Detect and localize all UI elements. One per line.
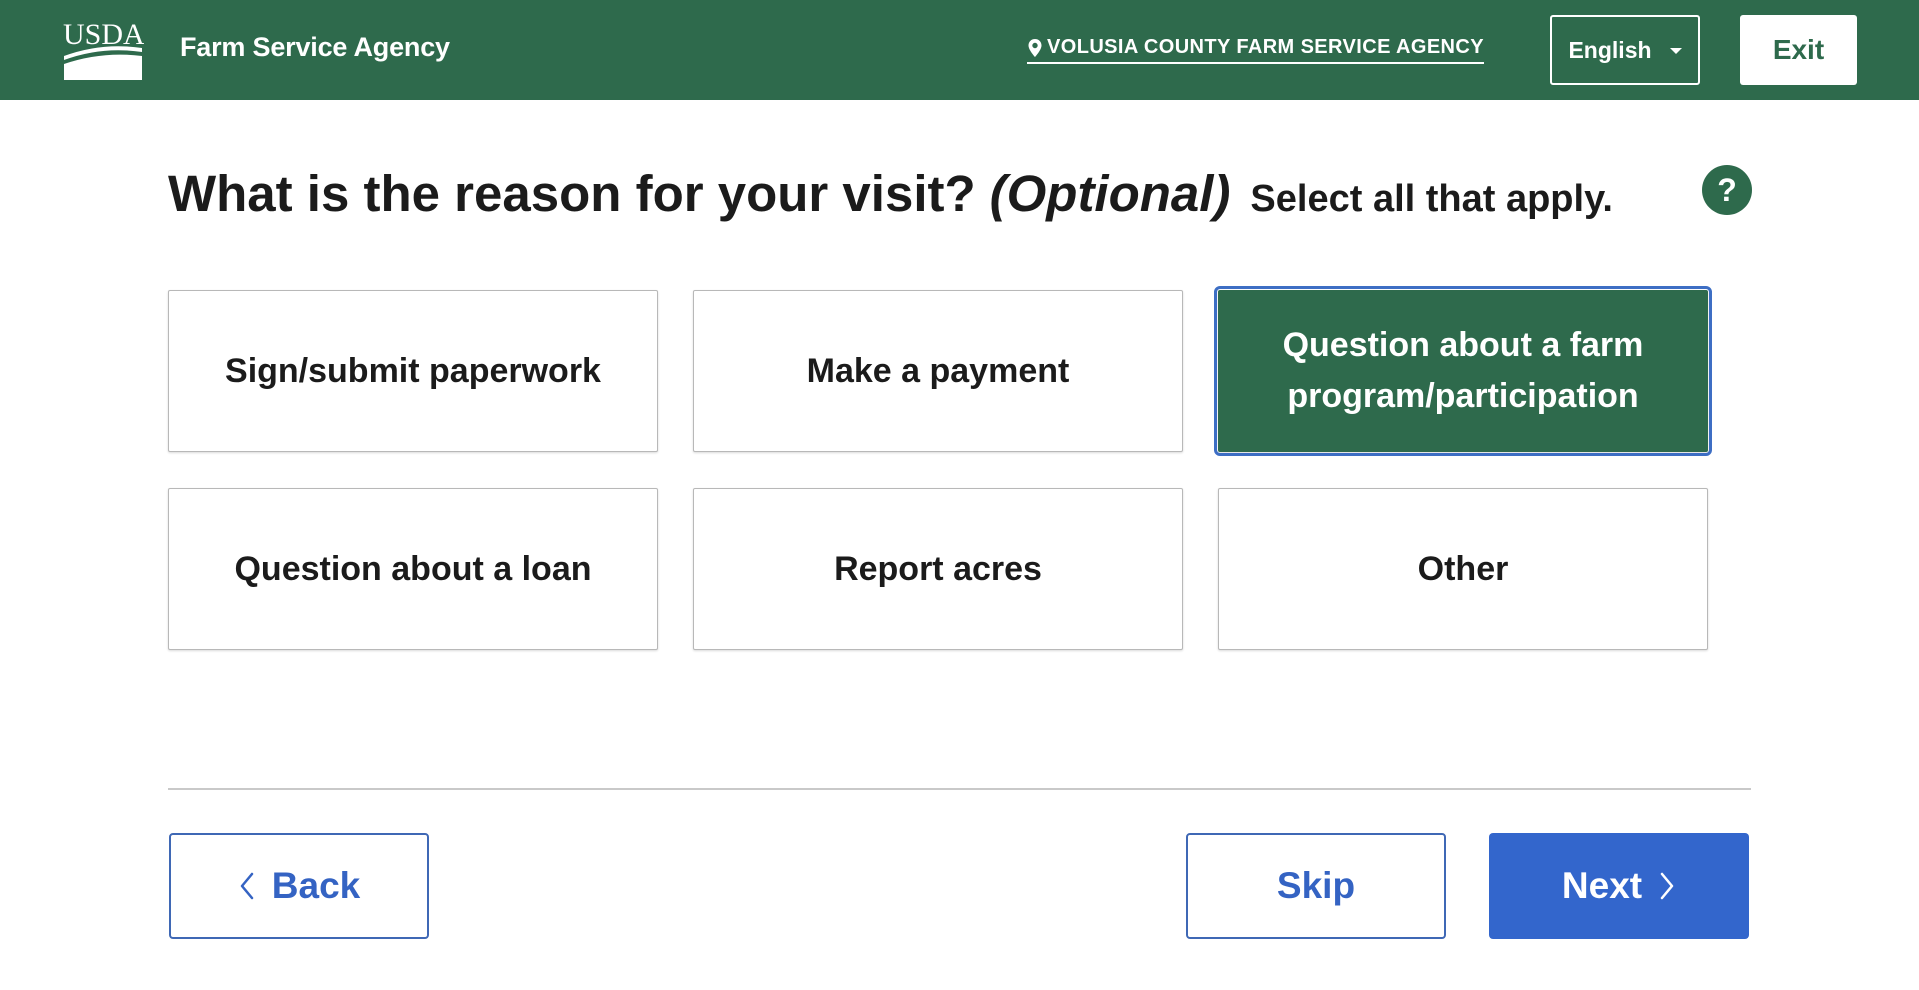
option-report-acres[interactable]: Report acres: [693, 488, 1183, 650]
next-label: Next: [1561, 865, 1643, 906]
optional-label: (Optional): [989, 165, 1231, 222]
language-select[interactable]: English: [1550, 15, 1700, 85]
option-make-a-payment[interactable]: Make a payment: [693, 290, 1183, 452]
skip-button[interactable]: Skip: [1186, 833, 1446, 939]
page-title: What is the reason for your visit? (Opti…: [168, 164, 1613, 223]
chevron-right-icon: [1660, 872, 1674, 900]
county-office-link[interactable]: VOLUSIA COUNTY FARM SERVICE AGENCY: [1027, 36, 1484, 64]
select-hint: Select all that apply.: [1250, 178, 1613, 220]
option-sign-submit-paperwork[interactable]: Sign/submit paperwork: [168, 290, 658, 452]
county-office-label: VOLUSIA COUNTY FARM SERVICE AGENCY: [1047, 36, 1484, 58]
next-button[interactable]: Next: [1489, 833, 1749, 939]
back-button[interactable]: Back: [169, 833, 429, 939]
back-label: Back: [271, 865, 361, 906]
chevron-left-icon: [240, 872, 254, 900]
help-button[interactable]: ?: [1702, 165, 1752, 215]
map-pin-icon: [1028, 38, 1042, 57]
question-mark-icon: ?: [1717, 171, 1737, 208]
exit-button[interactable]: Exit: [1740, 15, 1857, 85]
skip-label: Skip: [1276, 865, 1356, 906]
agency-name: Farm Service Agency: [180, 32, 450, 62]
question-text: What is the reason for your visit?: [168, 165, 976, 222]
site-header: USDA Farm Service Agency VOLUSIA COUNTY …: [0, 0, 1919, 100]
usda-logo-icon[interactable]: USDA: [62, 18, 145, 80]
option-question-about-loan[interactable]: Question about a loan: [168, 488, 658, 650]
usda-logo-text: USDA: [63, 18, 144, 51]
option-other[interactable]: Other: [1218, 488, 1708, 650]
language-label: English: [1568, 36, 1652, 63]
section-divider: [168, 788, 1751, 790]
caret-down-icon: [1669, 48, 1682, 54]
option-question-farm-program[interactable]: Question about a farm program/participat…: [1214, 286, 1712, 456]
